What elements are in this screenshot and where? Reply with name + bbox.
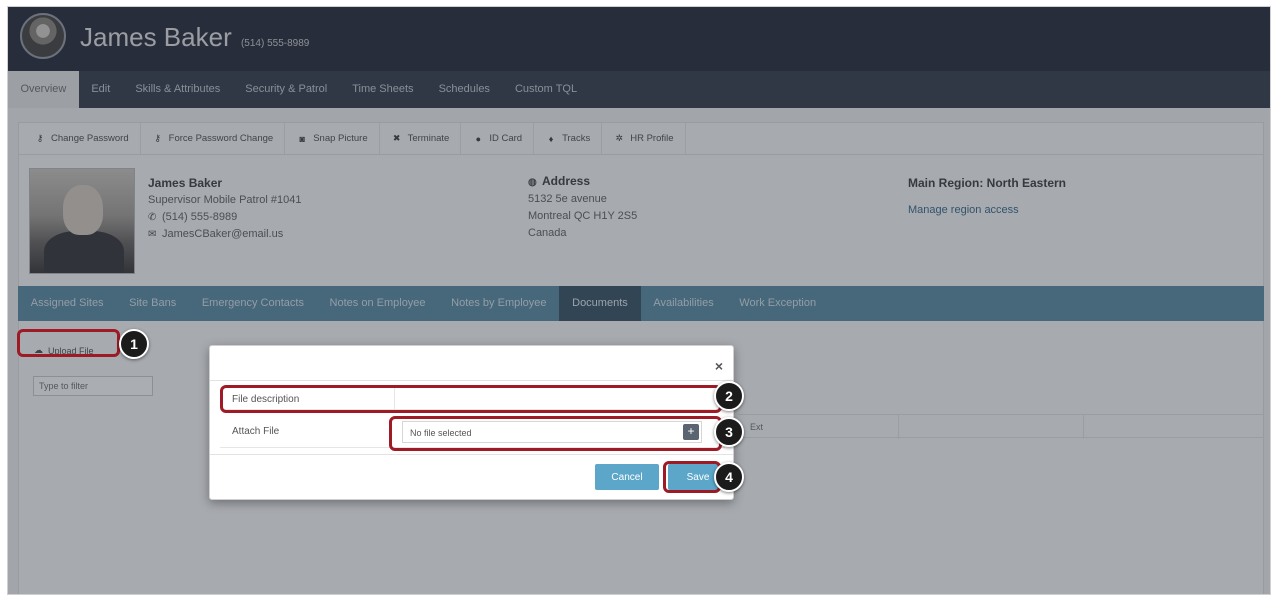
callout-highlight-description bbox=[220, 385, 722, 413]
modal-header-divider bbox=[210, 380, 733, 381]
modal-backdrop bbox=[8, 7, 1270, 594]
callout-badge-3: 3 bbox=[714, 417, 744, 447]
callout-badge-2: 2 bbox=[714, 381, 744, 411]
callout-badge-4: 4 bbox=[714, 462, 744, 492]
callout-highlight-upload bbox=[17, 329, 120, 357]
callout-highlight-attach bbox=[389, 416, 722, 451]
close-icon[interactable]: × bbox=[715, 358, 723, 374]
app-window: James Baker (514) 555-8989 Overview Edit… bbox=[7, 6, 1271, 595]
callout-badge-1: 1 bbox=[119, 329, 149, 359]
callout-highlight-save bbox=[663, 461, 721, 493]
cancel-button[interactable]: Cancel bbox=[595, 464, 659, 490]
modal-footer-divider bbox=[210, 454, 733, 455]
attach-file-label: Attach File bbox=[232, 426, 280, 437]
